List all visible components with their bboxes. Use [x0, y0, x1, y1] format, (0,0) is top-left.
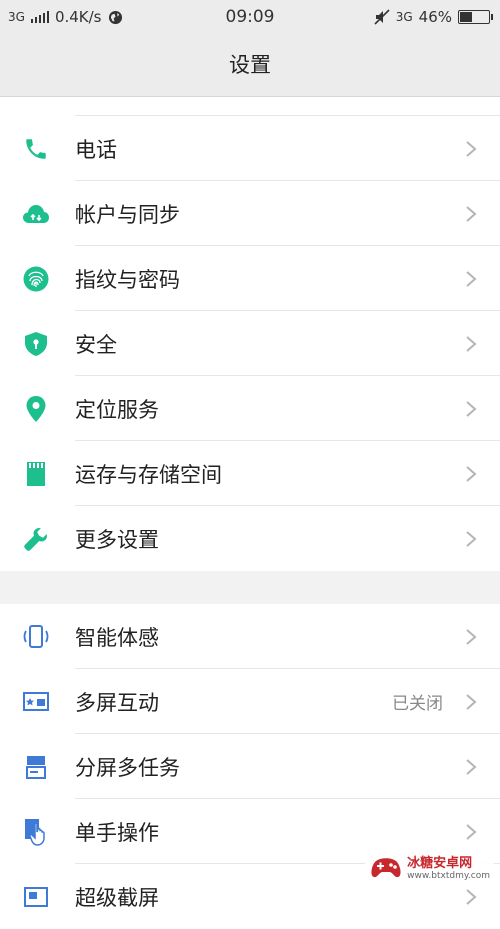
watermark: 冰糖安卓网 www.btxtdmy.com — [365, 850, 494, 883]
settings-item-fingerprint-password[interactable]: 指纹与密码 — [0, 246, 500, 311]
chevron-right-icon — [466, 140, 477, 157]
settings-item-label: 智能体感 — [75, 625, 159, 650]
partial-row-above — [75, 97, 500, 116]
settings-item-label: 指纹与密码 — [75, 267, 180, 292]
settings-item-label: 安全 — [75, 332, 117, 357]
screenshot-icon — [22, 883, 50, 911]
chevron-right-icon — [466, 530, 477, 547]
settings-item-label: 更多设置 — [75, 527, 159, 552]
status-bar: 3G 0.4K/s 09:09 3G 46% — [0, 0, 500, 34]
phone-icon — [22, 135, 50, 163]
watermark-name: 冰糖安卓网 — [407, 856, 473, 871]
status-right: 3G 46% — [374, 0, 493, 34]
settings-item-multi-screen[interactable]: 多屏互动 已关闭 — [0, 669, 500, 734]
cloud-sync-icon — [22, 200, 50, 228]
settings-item-label: 定位服务 — [75, 397, 159, 422]
sd-card-icon — [22, 460, 50, 488]
one-hand-icon — [22, 818, 50, 846]
screen-cast-icon — [22, 688, 50, 716]
chevron-right-icon — [466, 335, 477, 352]
chevron-right-icon — [466, 888, 477, 905]
wrench-icon — [22, 525, 50, 553]
battery-icon — [458, 10, 493, 24]
chevron-right-icon — [466, 205, 477, 222]
status-value: 已关闭 — [392, 694, 443, 714]
settings-item-security[interactable]: 安全 — [0, 311, 500, 376]
battery-percent: 46% — [418, 8, 452, 26]
chevron-right-icon — [466, 693, 477, 710]
settings-item-smart-motion[interactable]: 智能体感 — [0, 604, 500, 669]
chevron-right-icon — [466, 823, 477, 840]
chevron-right-icon — [466, 400, 477, 417]
settings-item-label: 运存与存储空间 — [75, 462, 222, 487]
watermark-url: www.btxtdmy.com — [407, 871, 490, 881]
settings-item-account-sync[interactable]: 帐户与同步 — [0, 181, 500, 246]
settings-item-more-settings[interactable]: 更多设置 — [0, 506, 500, 571]
settings-group-1: 电话 帐户与同步 指纹与密码 安全 定位服务 运存与存储空间 更多设置 — [0, 116, 500, 571]
group-spacer — [0, 571, 500, 604]
settings-item-label: 电话 — [75, 137, 117, 162]
mute-icon — [374, 9, 390, 25]
chevron-right-icon — [466, 628, 477, 645]
settings-item-label: 分屏多任务 — [75, 755, 180, 780]
settings-item-phone[interactable]: 电话 — [0, 116, 500, 181]
settings-list: 电话 帐户与同步 指纹与密码 安全 定位服务 运存与存储空间 更多设置 智能体感… — [0, 97, 500, 929]
chevron-right-icon — [466, 270, 477, 287]
page-title: 设置 — [0, 34, 500, 97]
motion-phone-icon — [22, 623, 50, 651]
fingerprint-icon — [22, 265, 50, 293]
settings-item-label: 帐户与同步 — [75, 202, 180, 227]
settings-item-memory-storage[interactable]: 运存与存储空间 — [0, 441, 500, 506]
settings-item-label: 单手操作 — [75, 820, 159, 845]
shield-icon — [22, 330, 50, 358]
split-screen-icon — [22, 753, 50, 781]
settings-item-label: 多屏互动 — [75, 690, 159, 715]
chevron-right-icon — [466, 465, 477, 482]
location-pin-icon — [22, 395, 50, 423]
network-type-right: 3G — [395, 10, 413, 24]
gamepad-logo-icon — [371, 857, 401, 877]
settings-item-location[interactable]: 定位服务 — [0, 376, 500, 441]
chevron-right-icon — [466, 758, 477, 775]
settings-item-split-screen[interactable]: 分屏多任务 — [0, 734, 500, 799]
settings-item-label: 超级截屏 — [75, 885, 159, 910]
